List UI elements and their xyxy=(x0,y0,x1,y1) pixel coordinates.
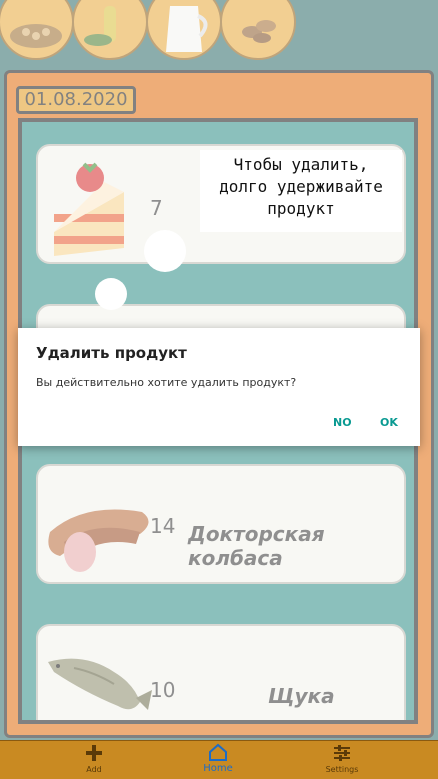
bottom-navigation: Add Home Settings xyxy=(0,740,438,779)
nav-home-label: Home xyxy=(203,763,233,774)
ok-button[interactable]: OK xyxy=(380,416,398,429)
tooltip-line: Чтобы удалить, xyxy=(233,155,369,174)
add-icon xyxy=(86,745,102,761)
nav-add[interactable]: Add xyxy=(49,741,139,779)
touch-indicator xyxy=(144,230,186,272)
no-button[interactable]: NO xyxy=(333,416,352,429)
nav-add-label: Add xyxy=(86,765,102,774)
touch-indicator xyxy=(95,278,127,310)
delete-product-dialog: Удалить продукт Вы действительно хотите … xyxy=(18,328,420,446)
tooltip-line: продукт xyxy=(267,199,335,218)
dialog-message: Вы действительно хотите удалить продукт? xyxy=(36,376,297,389)
tooltip-line: долго удерживайте xyxy=(219,177,383,196)
delete-hint-tooltip: Чтобы удалить, долго удерживайте продукт xyxy=(200,150,402,232)
nav-settings-label: Settings xyxy=(325,765,359,774)
nav-settings[interactable]: Settings xyxy=(297,741,387,779)
dialog-title: Удалить продукт xyxy=(36,344,187,362)
home-icon xyxy=(209,743,227,761)
settings-sliders-icon xyxy=(334,745,350,761)
nav-home[interactable]: Home xyxy=(173,741,263,779)
